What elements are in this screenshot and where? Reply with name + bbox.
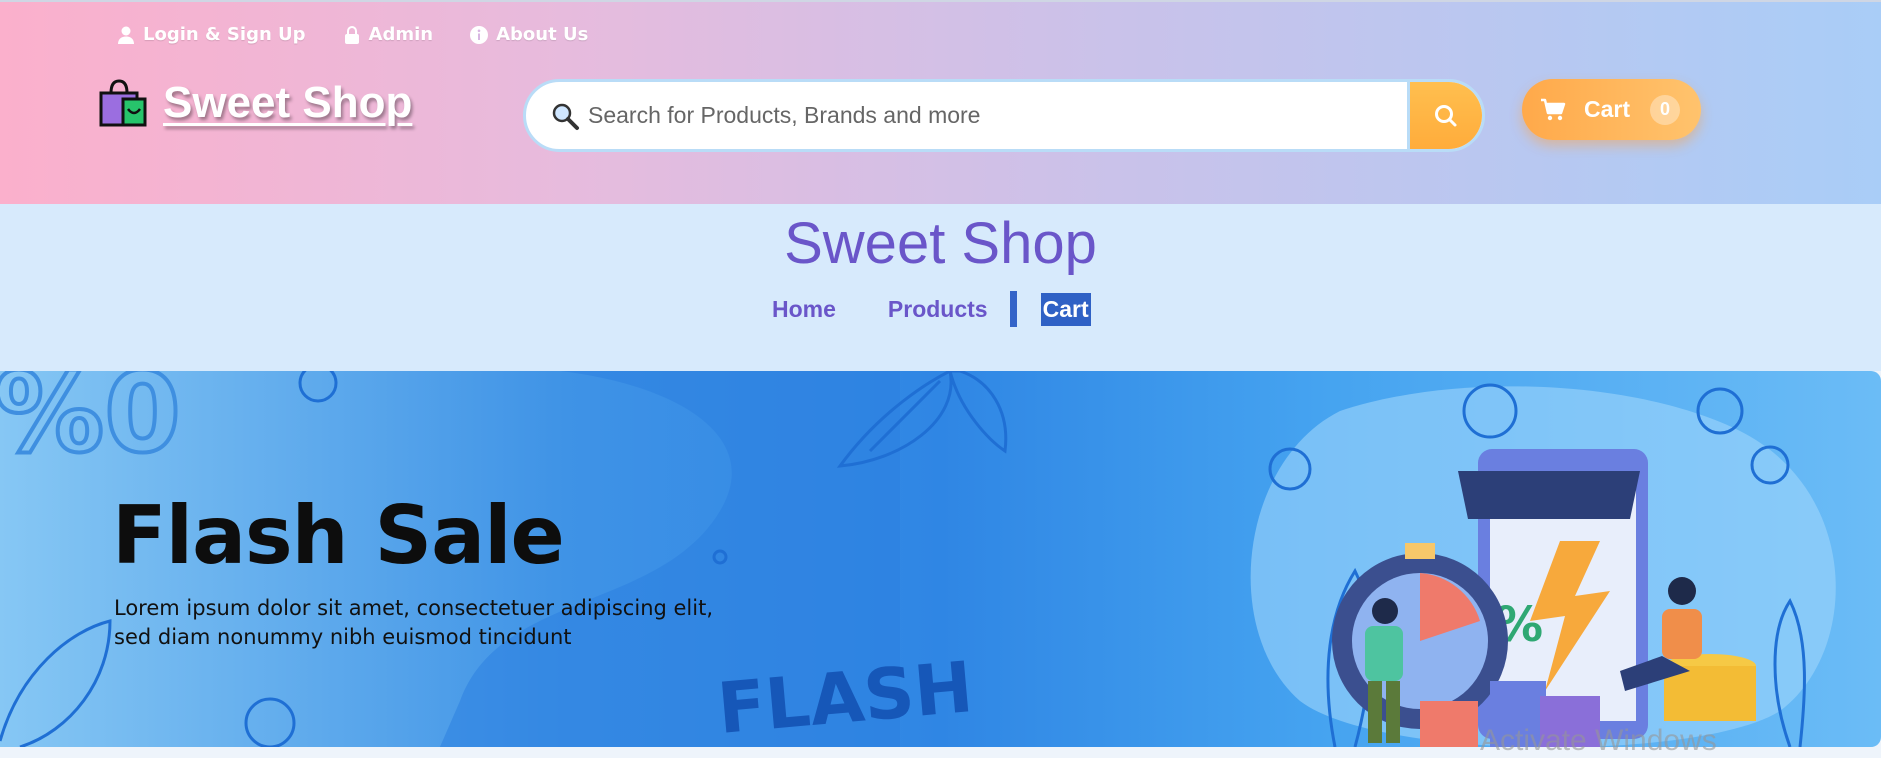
info-icon — [470, 25, 489, 44]
cart-icon — [1541, 98, 1566, 120]
admin-link[interactable]: Admin — [342, 24, 434, 45]
about-us-label: About Us — [496, 24, 589, 45]
magnifier-icon — [552, 103, 579, 130]
activate-windows-watermark: Activate Windows — [1480, 724, 1717, 757]
login-signup-link[interactable]: Login & Sign Up — [116, 24, 306, 45]
logo[interactable]: Sweet Shop — [97, 78, 412, 128]
user-icon — [118, 26, 134, 44]
search-input[interactable] — [586, 82, 1407, 149]
sub-header: Sweet Shop Home Products Cart — [0, 204, 1881, 371]
shopping-bag-icon — [99, 79, 147, 127]
banner-title: Flash Sale — [112, 489, 565, 582]
login-signup-label: Login & Sign Up — [143, 24, 306, 45]
main-nav: Home Products Cart — [772, 291, 1091, 327]
page-title: Sweet Shop — [784, 211, 1097, 276]
cart-label: Cart — [1584, 96, 1631, 122]
svg-text:%0: %0 — [0, 371, 181, 477]
logo-text: Sweet Shop — [163, 78, 413, 127]
coins-illustration — [1664, 654, 1756, 721]
cart-button[interactable]: Cart 0 — [1522, 79, 1701, 140]
nav-home[interactable]: Home — [772, 296, 836, 323]
top-header: Login & Sign Up Admin About Us Sweet Sho… — [0, 0, 1881, 204]
about-us-link[interactable]: About Us — [469, 24, 588, 45]
banner-subtitle: Lorem ipsum dolor sit amet, consectetuer… — [114, 596, 714, 649]
admin-label: Admin — [368, 24, 434, 45]
search-bar — [523, 79, 1485, 152]
nav-products[interactable]: Products — [888, 296, 988, 323]
lock-icon — [344, 25, 359, 44]
nav-divider — [1009, 291, 1017, 327]
cart-count-badge: 0 — [1650, 94, 1681, 125]
search-icon — [1435, 104, 1457, 126]
flash-sale-banner[interactable]: %0 FLASH % Flash Sale Lorem ipsum dolor … — [0, 371, 1881, 747]
top-links: Login & Sign Up Admin About Us — [116, 24, 588, 45]
nav-cart[interactable]: Cart — [1040, 292, 1091, 326]
search-button[interactable] — [1407, 82, 1482, 149]
